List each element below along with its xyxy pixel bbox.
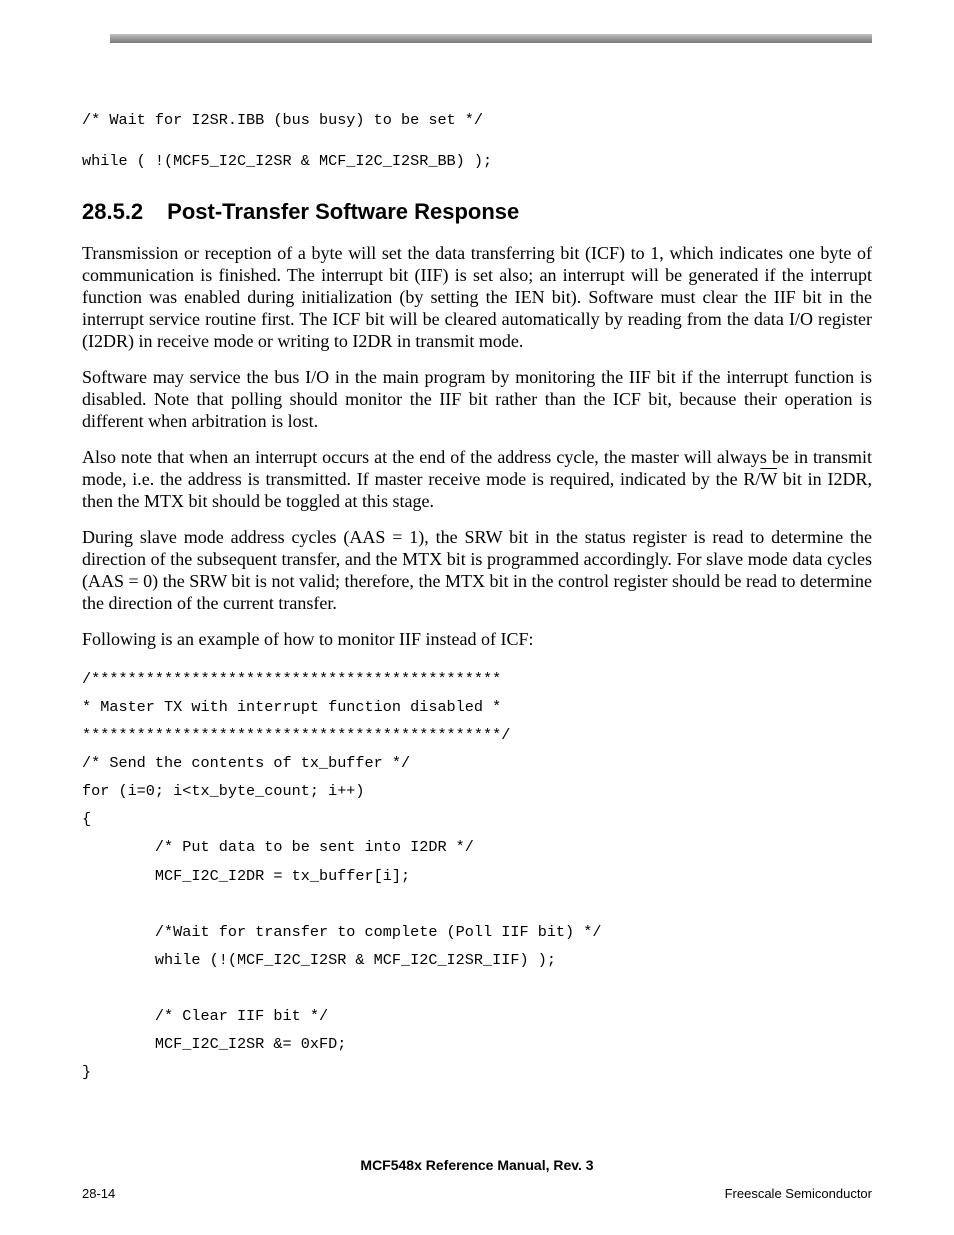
paragraph-4: During slave mode address cycles (AAS = … — [82, 527, 872, 615]
footer-title: MCF548x Reference Manual, Rev. 3 — [0, 1157, 954, 1173]
code-intro-line1: /* Wait for I2SR.IBB (bus busy) to be se… — [82, 113, 872, 128]
section-number: 28.5.2 — [82, 199, 143, 225]
paragraph-3: Also note that when an interrupt occurs … — [82, 447, 872, 513]
paragraph-5: Following is an example of how to monito… — [82, 629, 872, 651]
paragraph-1: Transmission or reception of a byte will… — [82, 243, 872, 353]
page-content: /* Wait for I2SR.IBB (bus busy) to be se… — [0, 0, 954, 1087]
overline-w: W — [760, 469, 777, 489]
footer-right: Freescale Semiconductor — [725, 1186, 872, 1201]
footer-left: 28-14 — [82, 1186, 115, 1201]
footer-bottom: 28-14 Freescale Semiconductor — [82, 1186, 872, 1201]
code-main: /***************************************… — [82, 665, 872, 1087]
header-rule — [110, 34, 872, 43]
section-title: Post-Transfer Software Response — [167, 199, 519, 224]
paragraph-2: Software may service the bus I/O in the … — [82, 367, 872, 433]
code-intro-line2: while ( !(MCF5_I2C_I2SR & MCF_I2C_I2SR_B… — [82, 154, 872, 169]
section-heading: 28.5.2 Post-Transfer Software Response — [82, 199, 872, 225]
